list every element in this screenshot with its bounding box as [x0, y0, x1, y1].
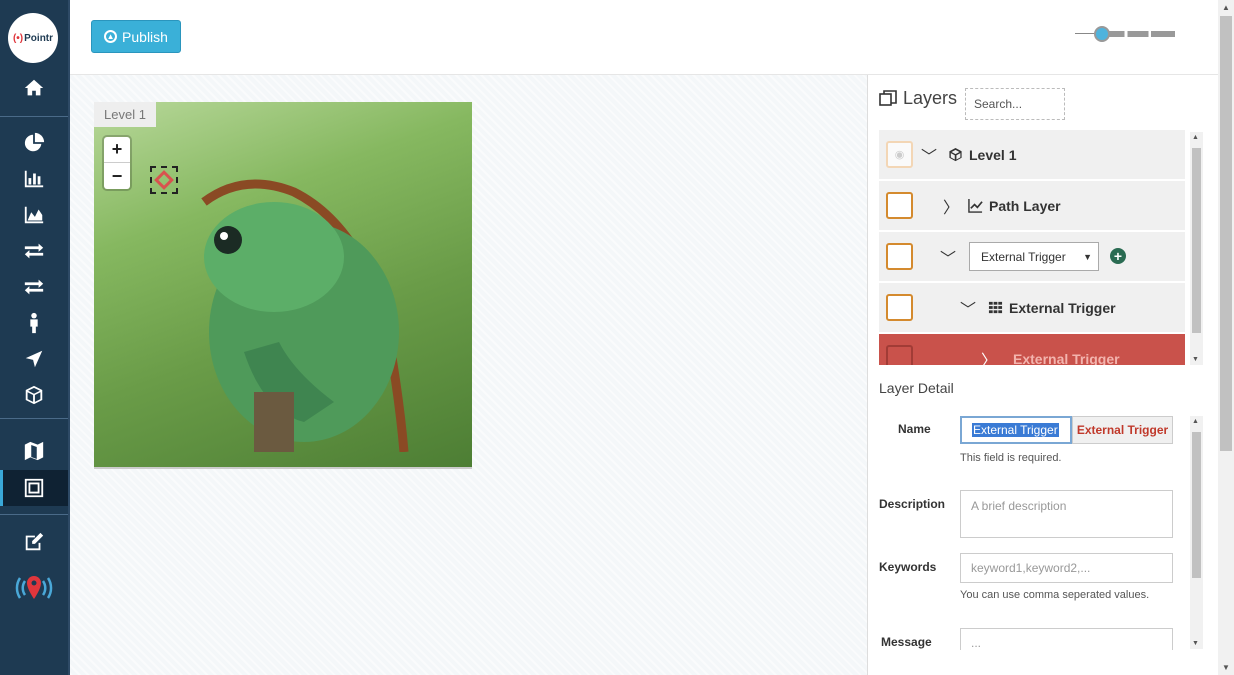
scrollbar-thumb[interactable]: [1220, 16, 1232, 451]
sidebar-divider: [0, 418, 68, 419]
tree-row-label: Path Layer: [968, 198, 1061, 214]
publish-button[interactable]: ▲ Publish: [91, 20, 181, 53]
person-icon[interactable]: [0, 305, 68, 341]
zoom-out-button[interactable]: −: [104, 163, 130, 189]
chevron-down-icon[interactable]: ﹀: [940, 245, 956, 269]
layer-type-select-value: External Trigger: [981, 249, 1066, 264]
map-canvas[interactable]: Level 1 + −: [70, 75, 867, 675]
tree-row-level[interactable]: ◉ ﹀ Level 1: [879, 130, 1185, 179]
page-scrollbar[interactable]: ▲ ▼: [1218, 0, 1234, 675]
keywords-label: Keywords: [879, 560, 937, 574]
sidebar-divider: [0, 116, 68, 117]
layer-detail-scrollbar[interactable]: ▲ ▼: [1190, 416, 1203, 649]
area-chart-icon[interactable]: [0, 197, 68, 233]
diamond-icon: [154, 170, 174, 190]
visibility-toggle[interactable]: ◉: [886, 141, 913, 168]
beacon-pin-icon[interactable]: [0, 568, 68, 608]
bar-chart-icon[interactable]: [0, 161, 68, 197]
publish-label: Publish: [122, 28, 168, 45]
level-tag: Level 1: [94, 102, 156, 127]
name-label: Name: [898, 422, 931, 436]
message-label: Message: [881, 635, 932, 649]
pie-chart-icon[interactable]: [0, 125, 68, 161]
layer-detail-title: Layer Detail: [879, 380, 954, 396]
layers-title: Layers: [903, 88, 958, 108]
name-input-value: External Trigger: [972, 423, 1059, 437]
tree-row-external-trigger-group[interactable]: ﹀ External Trigger: [879, 283, 1185, 332]
layers-icon: [879, 89, 897, 106]
scroll-up-icon[interactable]: ▲: [1222, 3, 1230, 12]
name-help-text: This field is required.: [960, 452, 1062, 464]
chevron-right-icon[interactable]: 〉: [943, 194, 959, 218]
layer-tree-scrollbar[interactable]: ▲ ▼: [1190, 132, 1203, 365]
frog-image: [201, 179, 409, 452]
external-trigger-marker[interactable]: [150, 166, 178, 194]
grid-icon: [988, 301, 1003, 314]
layer-checkbox[interactable]: [886, 294, 913, 321]
layer-detail-form: Name External Trigger External Trigger T…: [868, 405, 1188, 650]
location-arrow-icon[interactable]: [0, 341, 68, 377]
layers-header: Layers: [879, 88, 957, 109]
zoom-slider[interactable]: [1075, 26, 1175, 42]
keywords-help-text: You can use comma seperated values.: [960, 589, 1150, 601]
cube-icon[interactable]: [0, 377, 68, 413]
tree-row-label: External Trigger: [988, 300, 1116, 316]
map-zoom-control: + −: [104, 137, 130, 189]
chevron-down-icon[interactable]: ﹀: [960, 296, 976, 320]
scroll-up-icon[interactable]: ▲: [1192, 134, 1199, 141]
chevron-down-icon[interactable]: ﹀: [921, 143, 937, 167]
line-chart-icon: [968, 198, 983, 213]
map-icon[interactable]: [0, 433, 68, 469]
tree-row-label: Level 1: [948, 147, 1016, 163]
transfer-icon[interactable]: [0, 233, 68, 269]
home-icon[interactable]: [0, 70, 68, 106]
transfer-icon[interactable]: [0, 269, 68, 305]
add-layer-button[interactable]: +: [1110, 248, 1126, 264]
logo-mark: (•): [12, 32, 24, 44]
description-label: Description: [879, 497, 946, 511]
tree-row-path-layer[interactable]: 〉 Path Layer: [879, 181, 1185, 230]
zoom-in-button[interactable]: +: [104, 137, 130, 163]
keywords-input[interactable]: [960, 553, 1173, 583]
sidebar: (•) Pointr: [0, 0, 70, 675]
dropdown-arrow-icon: ▼: [1083, 252, 1092, 262]
logo-text: Pointr: [24, 32, 54, 44]
layers-search-input[interactable]: [965, 88, 1065, 120]
cube-outline-icon: [949, 147, 962, 162]
scroll-down-icon[interactable]: ▼: [1192, 640, 1199, 647]
map-editor-icon[interactable]: [0, 470, 68, 506]
layers-panel: Layers ◉ ﹀ Level 1 〉 Path Layer ﹀ Extern…: [867, 75, 1218, 675]
scroll-up-icon[interactable]: ▲: [1192, 418, 1199, 425]
tree-row-text: Level 1: [969, 146, 1017, 163]
layer-checkbox[interactable]: [886, 243, 913, 270]
scrollbar-thumb[interactable]: [1192, 148, 1201, 333]
top-bar: ▲ Publish: [70, 0, 1218, 75]
layer-tree: ◉ ﹀ Level 1 〉 Path Layer ﹀ External Trig…: [879, 130, 1185, 365]
scroll-down-icon[interactable]: ▼: [1192, 356, 1199, 363]
message-input[interactable]: [960, 628, 1173, 650]
tree-row-type-select[interactable]: ﹀ External Trigger ▼ +: [879, 232, 1185, 281]
zoom-slider-steps: [1103, 31, 1175, 37]
edit-icon[interactable]: [0, 524, 68, 560]
name-input[interactable]: External Trigger: [960, 416, 1072, 444]
zoom-slider-thumb[interactable]: [1094, 26, 1110, 42]
pointr-logo[interactable]: (•) Pointr: [8, 13, 58, 63]
name-addon: External Trigger: [1072, 416, 1173, 444]
eye-icon: ◉: [894, 149, 905, 161]
chevron-right-icon[interactable]: 〉: [981, 347, 997, 366]
scrollbar-thumb[interactable]: [1192, 432, 1201, 578]
tree-row-label: External Trigger: [1013, 350, 1120, 366]
upload-icon: ▲: [104, 30, 118, 43]
description-textarea[interactable]: [960, 490, 1173, 538]
tree-row-text: External Trigger: [1009, 299, 1116, 316]
tree-row-external-trigger-item[interactable]: 〉 External Trigger: [879, 334, 1185, 365]
layer-type-select[interactable]: External Trigger ▼: [969, 242, 1099, 271]
scroll-down-icon[interactable]: ▼: [1222, 663, 1230, 672]
layer-checkbox[interactable]: [886, 192, 913, 219]
tree-row-text: Path Layer: [989, 197, 1061, 214]
sidebar-divider: [0, 514, 68, 515]
visibility-toggle[interactable]: [886, 345, 913, 365]
level-map-image[interactable]: Level 1 + −: [94, 102, 472, 469]
